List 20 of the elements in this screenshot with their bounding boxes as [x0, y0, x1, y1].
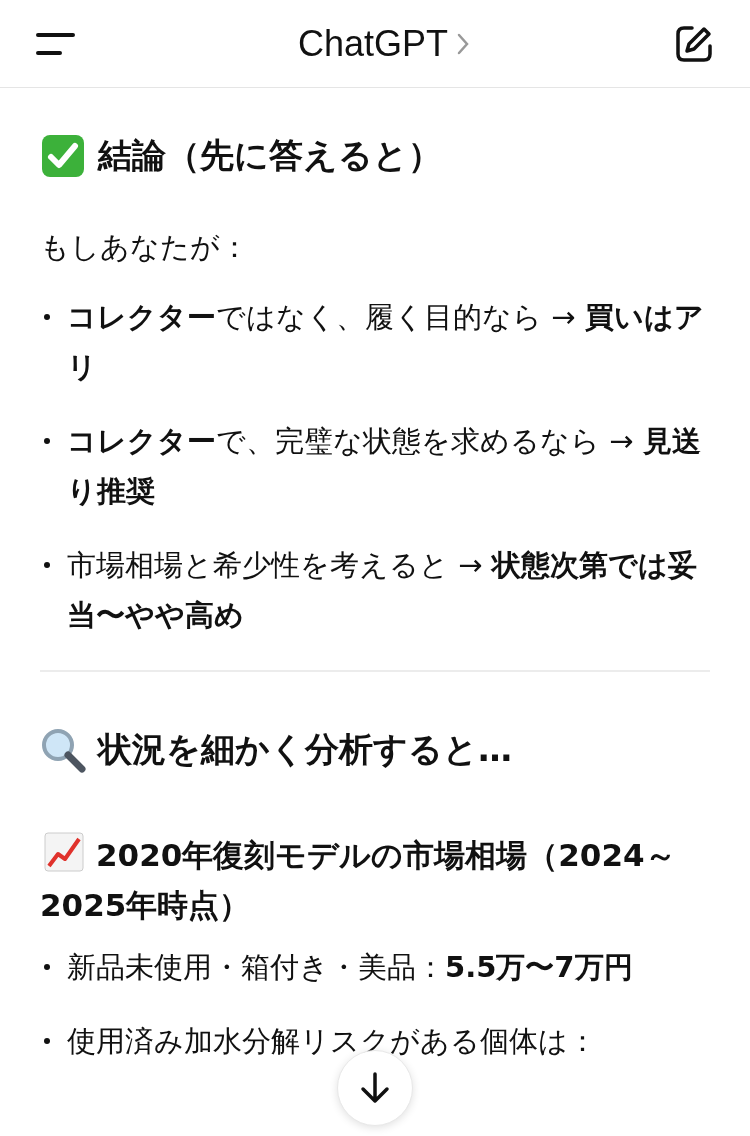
section-heading: 結論（先に答えると）: [98, 134, 442, 177]
bullet-dot: [44, 438, 50, 444]
menu-icon[interactable]: [36, 30, 76, 57]
bullet-text: コレクターではなく、履く目的なら → 買いはアリ: [67, 299, 705, 386]
chevron-icon[interactable]: [456, 31, 470, 56]
intro-text: もしあなたが：: [40, 229, 250, 266]
arrow-down-icon: [359, 1071, 391, 1105]
bullet-text: コレクターで、完璧な状態を求めるなら → 見送り推奨: [67, 423, 702, 510]
check-icon: [40, 133, 86, 179]
bullet-text: 新品未使用・箱付き・美品：5.5万〜7万円: [67, 949, 633, 986]
new-chat-icon[interactable]: [674, 23, 714, 64]
search-icon: [40, 727, 86, 773]
bullet-dot: [44, 1038, 50, 1044]
bullet-dot: [44, 314, 50, 320]
section-heading: 状況を細かく分析すると…: [98, 728, 512, 771]
bullet-dot: [44, 562, 50, 568]
chart-icon: [44, 832, 84, 872]
bullet-text: 市場相場と希少性を考えると → 状態次第では妥当〜やや高め: [67, 547, 698, 634]
window-title[interactable]: ChatGPT: [297, 22, 448, 65]
bullet-dot: [44, 964, 50, 970]
